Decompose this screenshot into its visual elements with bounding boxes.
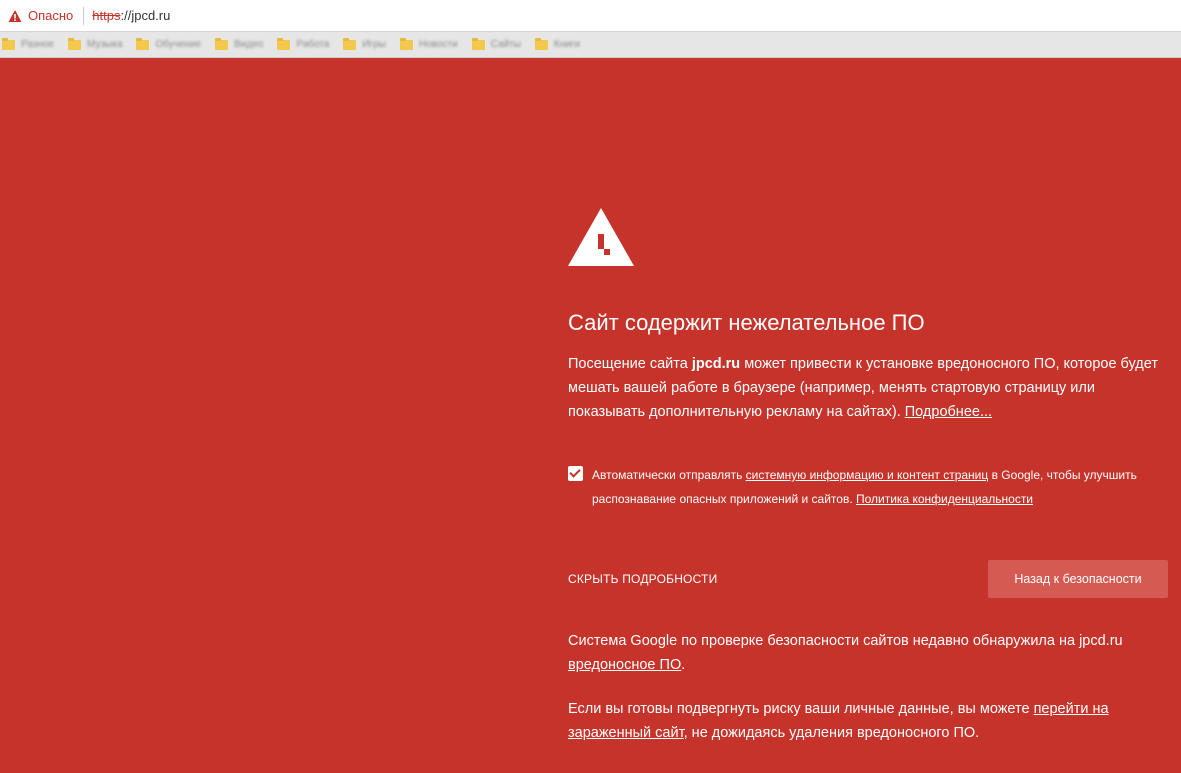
url-scheme[interactable]: https: [92, 8, 120, 23]
learn-more-link[interactable]: Подробнее...: [905, 404, 992, 420]
bookmark-label: Сайты: [490, 39, 521, 50]
warning-description: Посещение сайта jpcd.ru может привести к…: [568, 352, 1158, 424]
security-status-label[interactable]: Опасно: [28, 8, 73, 23]
bookmark-item[interactable]: Игры: [343, 37, 386, 50]
bookmark-label: Новости: [418, 39, 458, 50]
folder-icon: [136, 37, 150, 50]
address-bar[interactable]: Опасно https ://jpcd.ru: [0, 0, 1181, 32]
folder-icon: [68, 37, 82, 50]
details-text: .: [681, 657, 686, 673]
bookmark-label: Работа: [296, 39, 330, 50]
folder-icon: [534, 37, 548, 50]
bookmark-label: Видео: [234, 39, 264, 50]
bookmark-item[interactable]: Разное: [2, 37, 55, 50]
report-checkbox[interactable]: [568, 466, 583, 481]
description-text: Посещение сайта: [568, 356, 692, 372]
folder-icon: [277, 37, 291, 50]
warning-triangle-icon: [8, 9, 22, 22]
report-text: Автоматически отправлять: [592, 468, 746, 482]
page-title: Сайт содержит нежелательное ПО: [568, 310, 925, 335]
malware-link[interactable]: вредоносное ПО: [568, 657, 681, 673]
details-paragraph: Система Google по проверке безопасности …: [568, 629, 1168, 677]
bookmark-label: Разное: [21, 39, 55, 50]
site-domain: jpcd.ru: [691, 356, 741, 372]
bookmark-label: Книги: [553, 39, 581, 50]
privacy-policy-link[interactable]: Политика конфиденциальности: [856, 492, 1033, 506]
folder-icon: [2, 37, 15, 50]
url-host[interactable]: ://jpcd.ru: [120, 8, 170, 23]
back-to-safety-button[interactable]: Назад к безопасности: [988, 560, 1168, 598]
details-text: Система Google по проверке безопасности …: [568, 633, 1123, 649]
system-info-link[interactable]: системную информацию и контент страниц: [746, 468, 989, 482]
bookmarks-bar: Разное Музыка Обучение Видео Работа Игры Новос…: [0, 32, 1181, 58]
bookmark-label: Обучение: [155, 39, 202, 50]
folder-icon: [399, 37, 413, 50]
bookmark-item[interactable]: Сайты: [471, 37, 521, 50]
folder-icon: [343, 37, 357, 50]
bookmark-label: Музыка: [87, 39, 123, 50]
bookmark-item[interactable]: Книги: [534, 37, 581, 50]
report-option: Автоматически отправлять системную инфор…: [568, 463, 1168, 511]
bookmark-item[interactable]: Новости: [399, 37, 458, 50]
proceed-paragraph: Если вы готовы подвергнуть риску ваши ли…: [568, 697, 1168, 745]
bookmark-item[interactable]: Работа: [277, 37, 330, 50]
bookmark-item[interactable]: Музыка: [68, 37, 123, 50]
warning-triangle-icon: [568, 208, 634, 266]
proceed-text: Если вы готовы подвергнуть риску ваши ли…: [568, 701, 1034, 717]
report-option-text: Автоматически отправлять системную инфор…: [592, 463, 1162, 511]
bookmark-label: Игры: [362, 39, 386, 50]
folder-icon: [215, 37, 229, 50]
proceed-text: , не дожидаясь удаления вредоносного ПО.: [683, 725, 980, 741]
bookmark-item[interactable]: Видео: [215, 37, 264, 50]
bookmark-item[interactable]: Обучение: [136, 37, 202, 50]
hide-details-button[interactable]: СКРЫТЬ ПОДРОБНОСТИ: [568, 572, 717, 586]
folder-icon: [471, 37, 485, 50]
address-divider: [83, 6, 85, 25]
